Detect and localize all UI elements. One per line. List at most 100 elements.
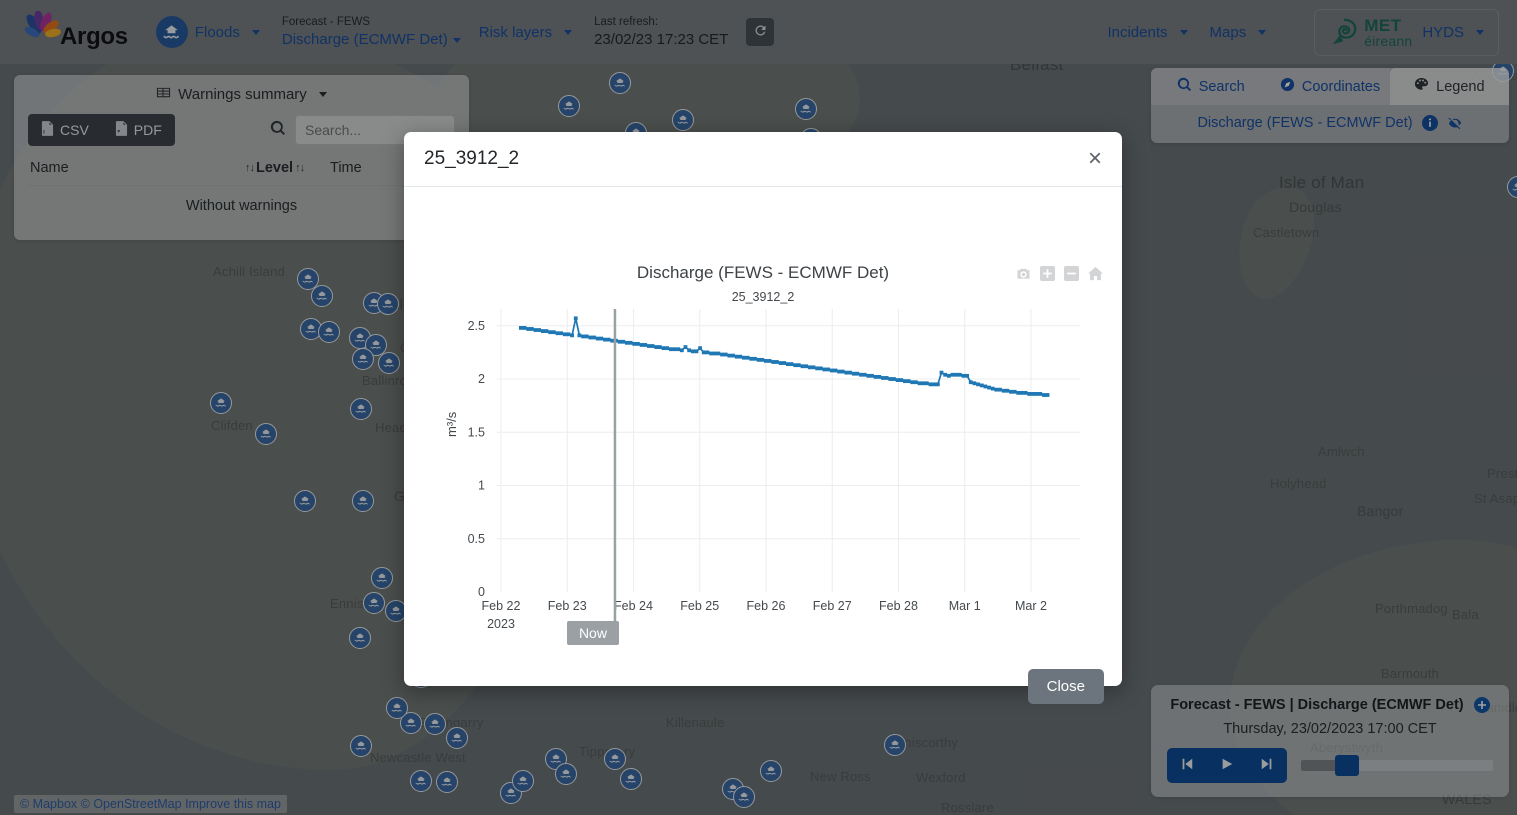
discharge-series-marker [705,350,710,355]
discharge-series-marker [636,341,640,346]
discharge-series-marker [910,380,915,385]
discharge-series-marker [592,335,596,340]
discharge-series-marker [559,331,564,336]
discharge-series-marker [939,370,944,375]
discharge-series-marker [657,345,662,349]
discharge-series-marker [979,383,984,388]
discharge-series-marker [921,381,926,386]
discharge-series-marker [599,336,604,341]
discharge-series-marker [961,373,966,378]
discharge-series-marker [679,348,684,353]
discharge-series-marker [855,371,860,376]
discharge-series-marker [562,332,567,337]
discharge-series-marker [1042,393,1046,397]
discharge-series-marker [815,366,820,371]
discharge-series-marker [566,332,571,337]
discharge-plot[interactable]: Discharge (FEWS - ECMWF Det) 25_3912_2 m… [404,187,1122,657]
discharge-series-marker [1034,392,1039,396]
close-icon[interactable]: × [1088,147,1102,171]
discharge-series-marker [753,356,757,361]
discharge-series-marker [544,329,549,333]
discharge-series-marker [924,381,929,386]
discharge-series-line [520,318,1048,396]
discharge-series-marker [632,341,637,346]
discharge-series-marker [899,378,904,382]
discharge-series-marker [950,372,955,377]
discharge-series-marker [551,330,556,335]
discharge-series-marker [767,359,772,363]
discharge-series-marker [946,373,951,378]
discharge-series-marker [778,361,783,365]
modal-title: 25_3912_2 [424,148,520,169]
now-marker-label: Now [566,621,619,645]
discharge-series-marker [998,387,1002,392]
discharge-series-marker [976,382,980,387]
discharge-series-marker [643,343,648,347]
discharge-series-marker [698,346,702,351]
discharge-series-marker [570,333,574,338]
discharge-series-marker [1038,392,1043,396]
discharge-series-marker [892,377,896,381]
discharge-series-marker [712,351,717,356]
discharge-series-marker [584,334,589,339]
discharge-series-marker [793,363,798,368]
discharge-series-marker [866,373,871,378]
discharge-series-marker [1045,393,1050,397]
discharge-series-marker [650,344,655,348]
discharge-series-marker [990,386,995,391]
plot-svg[interactable]: 0 0.5 1 1.5 2 2.5 Feb 22 Feb 23 Feb 24 Feb 25 Feb … [404,187,1122,657]
discharge-series-marker [987,385,991,390]
discharge-series-marker [829,368,834,373]
discharge-series-marker [782,361,787,365]
discharge-series-marker [1016,390,1021,395]
discharge-series-marker [1027,392,1032,396]
y-axis-tick: 0 [478,585,485,599]
close-button[interactable]: Close [1027,669,1104,704]
discharge-series-marker [789,362,794,367]
discharge-series-marker [760,357,765,362]
x-axis-tick: Feb 27 [813,599,852,613]
discharge-series-marker [727,353,732,358]
discharge-series-marker [646,344,651,348]
discharge-series-marker [796,363,801,368]
discharge-series-marker [709,351,713,356]
app-root: BelfastDungannonCraigavonIrvinestownBanb… [0,0,1517,815]
discharge-series-marker [610,338,615,343]
discharge-series-marker [800,364,805,369]
discharge-series-marker [672,347,677,352]
discharge-series-marker [694,349,699,354]
discharge-series-marker [972,381,977,386]
discharge-series-marker [811,365,816,370]
discharge-series-marker [654,345,659,349]
discharge-series-marker [906,379,911,384]
discharge-series-marker [844,370,849,375]
discharge-series-marker [913,380,918,385]
discharge-series-marker [628,340,633,345]
station-chart-modal: 25_3912_2 × Discharge (FEWS - ECMWF Det)… [404,132,1122,704]
discharge-series-marker [731,353,735,358]
discharge-series-marker [723,352,728,357]
discharge-series-marker [625,340,629,345]
discharge-series-marker [888,377,893,381]
discharge-series-marker [603,337,607,342]
discharge-series-marker [954,372,959,377]
discharge-series-marker [1020,390,1024,395]
discharge-series-marker [877,374,882,379]
discharge-series-marker [862,372,867,377]
x-axis-tick: Feb 22 [482,599,521,613]
discharge-series-marker [745,355,750,360]
discharge-series-marker [588,335,593,340]
discharge-series-marker [668,347,673,352]
discharge-series-marker [994,387,999,392]
discharge-series-marker [965,373,969,378]
discharge-series-marker [526,327,531,331]
discharge-series-marker [1009,389,1013,394]
discharge-series-marker [621,339,626,344]
y-axis-tick: 1.5 [468,425,485,439]
discharge-series-marker [742,355,746,360]
discharge-series-marker [903,379,907,384]
discharge-series-marker [826,367,831,372]
discharge-series-marker [665,346,670,351]
discharge-series-marker [738,354,743,359]
discharge-series-marker [533,328,538,332]
